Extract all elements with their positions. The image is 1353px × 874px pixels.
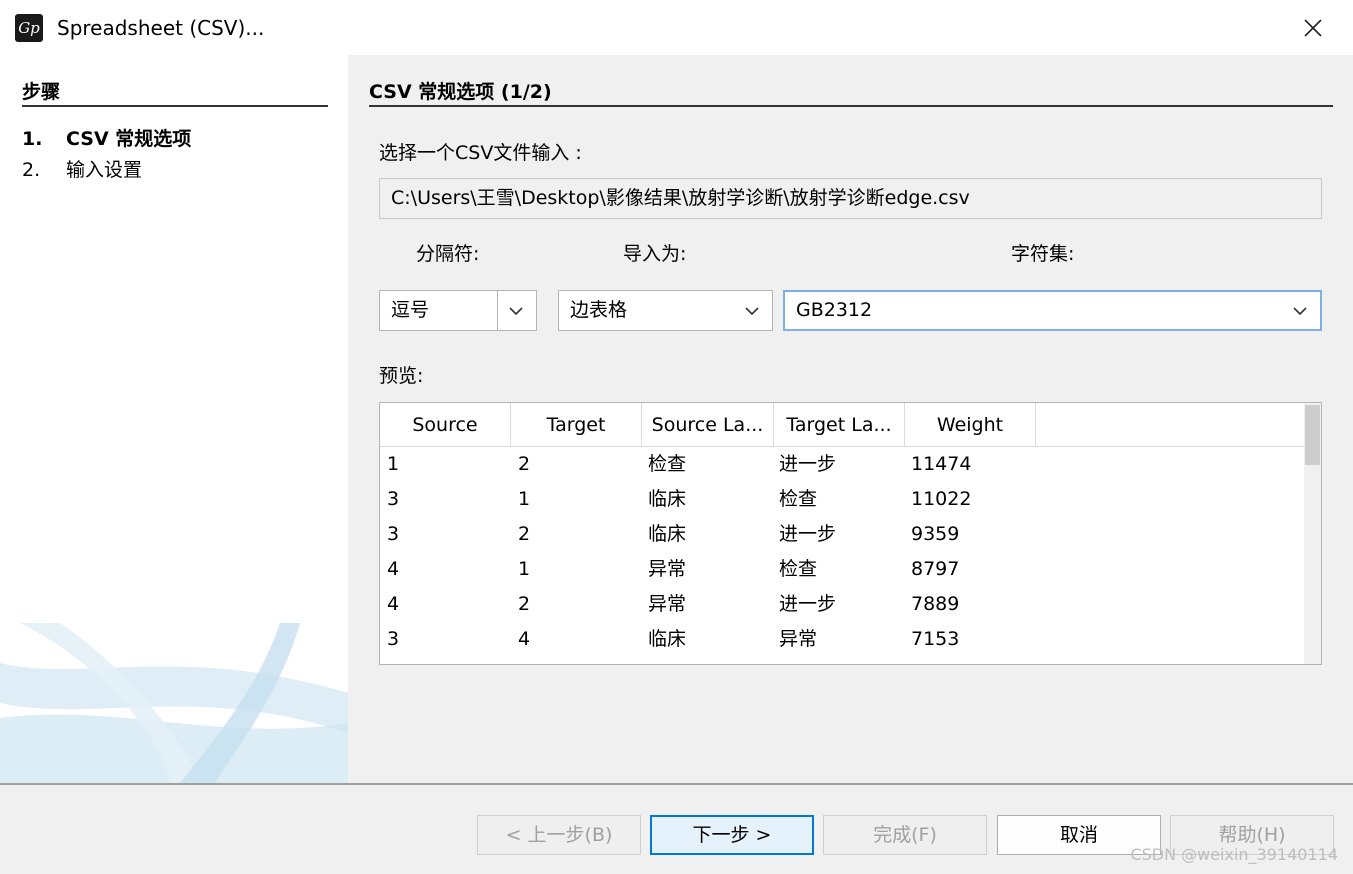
cell-target: 2 (518, 523, 531, 545)
cell-weight: 7153 (911, 628, 960, 650)
file-path-field[interactable]: C:\Users\王雪\Desktop\影像结果\放射学诊断\放射学诊断edge… (379, 178, 1322, 219)
cell-source-label: 临床 (648, 628, 687, 650)
charset-value: GB2312 (796, 299, 873, 321)
cell-weight: 7889 (911, 593, 960, 615)
separator-select[interactable]: 逗号 (379, 290, 537, 331)
import-as-select[interactable]: 边表格 (558, 290, 773, 331)
separator-label: 分隔符: (416, 243, 480, 265)
charset-select[interactable]: GB2312 (783, 290, 1322, 331)
step-label: CSV 常规选项 (66, 128, 192, 150)
decorative-swoosh-graphic (0, 623, 348, 783)
cell-source: 1 (387, 453, 400, 475)
import-as-label: 导入为: (623, 243, 687, 265)
column-header-source[interactable]: Source (380, 403, 511, 447)
cell-target-label: 异常 (779, 628, 818, 650)
step-item-csv-options: 1. CSV 常规选项 (22, 125, 191, 153)
steps-title: 步骤 (22, 81, 61, 103)
file-label: 选择一个CSV文件输入 : (379, 142, 582, 164)
window-title: Spreadsheet (CSV)... (57, 16, 265, 40)
cell-weight: 11474 (911, 453, 972, 475)
import-as-value: 边表格 (570, 299, 628, 321)
charset-label: 字符集: (1011, 243, 1075, 265)
cell-target: 2 (518, 593, 531, 615)
wizard-button-bar: < 上一步(B) 下一步 > 完成(F) 取消 帮助(H) CSDN @weix… (0, 785, 1353, 874)
cell-target-label: 检查 (779, 558, 818, 580)
watermark-text: CSDN @weixin_39140114 (1130, 845, 1338, 864)
next-button[interactable]: 下一步 > (650, 815, 814, 855)
cell-weight: 8797 (911, 558, 960, 580)
section-title: CSV 常规选项 (1/2) (369, 81, 552, 103)
chevron-down-icon[interactable] (742, 291, 762, 330)
close-button[interactable] (1297, 12, 1329, 44)
table-row[interactable]: 4 2 异常 进一步 7889 (380, 587, 1305, 622)
finish-button[interactable]: 完成(F) (823, 815, 987, 855)
steps-divider (22, 105, 328, 107)
cell-target-label: 进一步 (779, 453, 837, 475)
column-header-source-label[interactable]: Source La... (642, 403, 774, 447)
preview-label: 预览: (379, 365, 424, 387)
cell-weight: 11022 (911, 488, 972, 510)
table-row[interactable]: 3 1 临床 检查 11022 (380, 482, 1305, 517)
back-button[interactable]: < 上一步(B) (477, 815, 641, 855)
cell-source: 3 (387, 488, 400, 510)
title-bar: Gp Spreadsheet (CSV)... (0, 0, 1353, 55)
cell-source: 3 (387, 523, 400, 545)
preview-table[interactable]: Source Target Source La... Target La... … (379, 402, 1322, 665)
cell-source-label: 临床 (648, 488, 687, 510)
cell-target-label: 进一步 (779, 523, 837, 545)
step-number: 1. (22, 128, 43, 150)
separator-value: 逗号 (391, 299, 430, 321)
cell-target: 1 (518, 558, 531, 580)
dropdown-separator (497, 291, 498, 330)
cell-source-label: 异常 (648, 558, 687, 580)
vertical-scrollbar[interactable] (1304, 403, 1321, 664)
table-row[interactable]: 4 1 异常 检查 8797 (380, 552, 1305, 587)
cell-source: 3 (387, 628, 400, 650)
cell-target-label: 检查 (779, 488, 818, 510)
options-content: CSV 常规选项 (1/2) 选择一个CSV文件输入 : C:\Users\王雪… (348, 55, 1353, 783)
cell-source-label: 临床 (648, 523, 687, 545)
gephi-app-icon: Gp (15, 14, 43, 42)
cell-target: 4 (518, 628, 531, 650)
column-header-target[interactable]: Target (511, 403, 642, 447)
cell-target-label: 进一步 (779, 593, 837, 615)
cell-source: 4 (387, 558, 400, 580)
cell-source-label: 检查 (648, 453, 687, 475)
chevron-down-icon[interactable] (506, 291, 526, 330)
chevron-down-icon[interactable] (1290, 292, 1310, 329)
steps-panel: 步骤 1. CSV 常规选项 2. 输入设置 (0, 55, 348, 783)
step-item-input-settings: 2. 输入设置 (22, 156, 142, 184)
table-row[interactable]: 1 2 检查 进一步 11474 (380, 447, 1305, 482)
section-divider (369, 105, 1333, 107)
column-header-weight[interactable]: Weight (905, 403, 1036, 447)
table-row[interactable]: 3 2 临床 进一步 9359 (380, 517, 1305, 552)
table-header: Source Target Source La... Target La... … (380, 403, 1305, 447)
cell-target: 2 (518, 453, 531, 475)
cell-target: 1 (518, 488, 531, 510)
table-row[interactable]: 3 4 临床 异常 7153 (380, 622, 1305, 657)
step-number: 2. (22, 159, 41, 181)
cell-source-label: 异常 (648, 593, 687, 615)
cell-weight: 9359 (911, 523, 960, 545)
close-x-icon (1304, 19, 1322, 37)
scrollbar-thumb[interactable] (1305, 405, 1320, 465)
column-header-target-label[interactable]: Target La... (774, 403, 905, 447)
step-label: 输入设置 (66, 159, 143, 181)
cell-source: 4 (387, 593, 400, 615)
